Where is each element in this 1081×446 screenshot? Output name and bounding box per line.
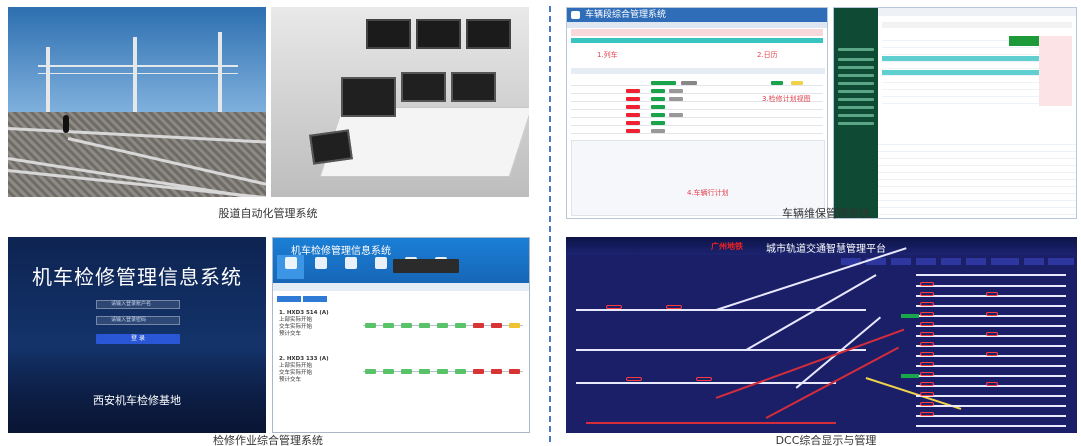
task2-line2: 交车实际开始 (279, 370, 313, 376)
control-room-photo (271, 7, 529, 197)
dcc-tab-4[interactable] (916, 258, 936, 265)
dcc-brand: 广州地铁 (711, 242, 743, 251)
nav-production[interactable] (277, 255, 304, 279)
login-base-name: 西安机车检修基地 (93, 394, 181, 407)
vehicle-main-window: 车辆段综合管理系统 1.列车 2.日历 3.检修计划视图 4.车辆行计划 (566, 7, 828, 219)
railway-track-photo (8, 7, 266, 197)
loco-app-window: 机车检修管理信息系统 1. HXD3 514 (A) 上部实际开始 交车实际开始… (272, 237, 530, 433)
task2-line1: 上部实际开始 (279, 363, 313, 369)
dcc-title: 城市轨道交通智慧管理平台 (766, 244, 886, 255)
nav-repair[interactable] (337, 255, 364, 279)
track-caption: 股道自动化管理系统 (218, 207, 318, 220)
panel-divider (549, 6, 551, 442)
login-title: 机车检修管理信息系统 (32, 265, 242, 289)
task2-title: 2. HXD3 133 (A) (279, 356, 329, 362)
password-input[interactable]: 请输入登录密码 (96, 316, 180, 325)
task1-line3: 预计交车 (279, 331, 302, 337)
dcc-caption: DCC综合显示与管理 (775, 434, 877, 446)
dcc-tab-9[interactable] (1048, 258, 1074, 265)
area-label-1: 1.列车 (597, 51, 618, 59)
nav-report[interactable] (367, 255, 394, 279)
vehicle-caption: 车辆维保管理系统 (782, 207, 870, 220)
dcc-tab-5[interactable] (941, 258, 961, 265)
task1-title: 1. HXD3 514 (A) (279, 310, 329, 316)
tooltip-popup (393, 259, 459, 273)
app-logo-icon (571, 11, 580, 19)
signal-light (63, 115, 69, 133)
dcc-tab-8[interactable] (1024, 258, 1044, 265)
dcc-tab-3[interactable] (891, 258, 911, 265)
task2-line3: 预计交车 (279, 377, 302, 383)
vehicle-detail-window (833, 7, 1077, 219)
username-input[interactable]: 请输入登录账户名 (96, 300, 180, 309)
login-screen: 机车检修管理信息系统 请输入登录账户名 请输入登录密码 登 录 西安机车检修基地 (8, 237, 266, 433)
login-button[interactable]: 登 录 (96, 334, 180, 344)
area-label-4: 4.车辆行计划 (687, 189, 729, 197)
loco-caption: 检修作业综合管理系统 (213, 434, 323, 446)
dcc-tab-6[interactable] (966, 258, 986, 265)
dcc-tab-7[interactable] (991, 258, 1019, 265)
task1-line1: 上部实际开始 (279, 317, 313, 323)
nav-plan[interactable] (307, 255, 334, 279)
task1-line2: 交车实际开始 (279, 324, 313, 330)
dcc-screen: 广州地铁 城市轨道交通智慧管理平台 (566, 237, 1077, 433)
area-label-2: 2.日历 (757, 51, 778, 59)
vehicle-window-title: 车辆段综合管理系统 (585, 10, 667, 20)
area-label-3: 3.检修计划视图 (762, 95, 811, 103)
